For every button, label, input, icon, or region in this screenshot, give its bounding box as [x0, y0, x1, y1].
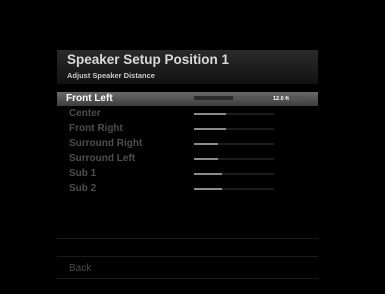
- divider: [57, 256, 318, 257]
- back-button[interactable]: Back: [69, 263, 91, 274]
- speaker-row-center[interactable]: Center: [57, 107, 318, 121]
- speaker-row-label: Front Left: [66, 93, 113, 104]
- speaker-setup-panel: Speaker Setup Position 1 Adjust Speaker …: [57, 48, 318, 286]
- speaker-row-surround-right[interactable]: Surround Right: [57, 137, 318, 151]
- distance-slider[interactable]: [194, 158, 274, 160]
- speaker-row-surround-left[interactable]: Surround Left: [57, 152, 318, 166]
- tv-screen: Speaker Setup Position 1 Adjust Speaker …: [0, 0, 385, 294]
- distance-slider-fill: [194, 96, 234, 100]
- distance-slider-fill: [194, 188, 222, 190]
- speaker-row-label: Surround Left: [69, 153, 136, 164]
- distance-slider[interactable]: [194, 188, 274, 190]
- distance-slider[interactable]: [194, 143, 274, 145]
- distance-slider[interactable]: [194, 113, 274, 115]
- distance-slider[interactable]: [194, 173, 274, 175]
- distance-slider-fill: [194, 173, 222, 175]
- speaker-row-label: Surround Right: [69, 138, 143, 149]
- speaker-row-sub-2[interactable]: Sub 2: [57, 182, 318, 196]
- speaker-row-label: Sub 2: [69, 183, 97, 194]
- distance-slider[interactable]: [194, 96, 306, 100]
- distance-slider-fill: [194, 158, 218, 160]
- divider: [57, 238, 318, 239]
- page-subtitle: Adjust Speaker Distance: [67, 71, 155, 80]
- speaker-row-front-left[interactable]: Front Left 12.0 ft: [57, 92, 318, 106]
- distance-slider-fill: [194, 143, 218, 145]
- page-title: Speaker Setup Position 1: [67, 52, 230, 67]
- speaker-row-label: Front Right: [69, 123, 123, 134]
- distance-slider-fill: [194, 128, 226, 130]
- divider: [57, 278, 318, 279]
- distance-slider[interactable]: [194, 128, 274, 130]
- speaker-row-sub-1[interactable]: Sub 1: [57, 167, 318, 181]
- speaker-row-label: Center: [69, 108, 101, 119]
- speaker-list: Front Left 12.0 ft Center Front Right Su…: [57, 92, 318, 197]
- speaker-row-front-right[interactable]: Front Right: [57, 122, 318, 136]
- distance-value: 12.0 ft: [273, 96, 289, 102]
- distance-slider-fill: [194, 113, 226, 115]
- speaker-row-label: Sub 1: [69, 168, 97, 179]
